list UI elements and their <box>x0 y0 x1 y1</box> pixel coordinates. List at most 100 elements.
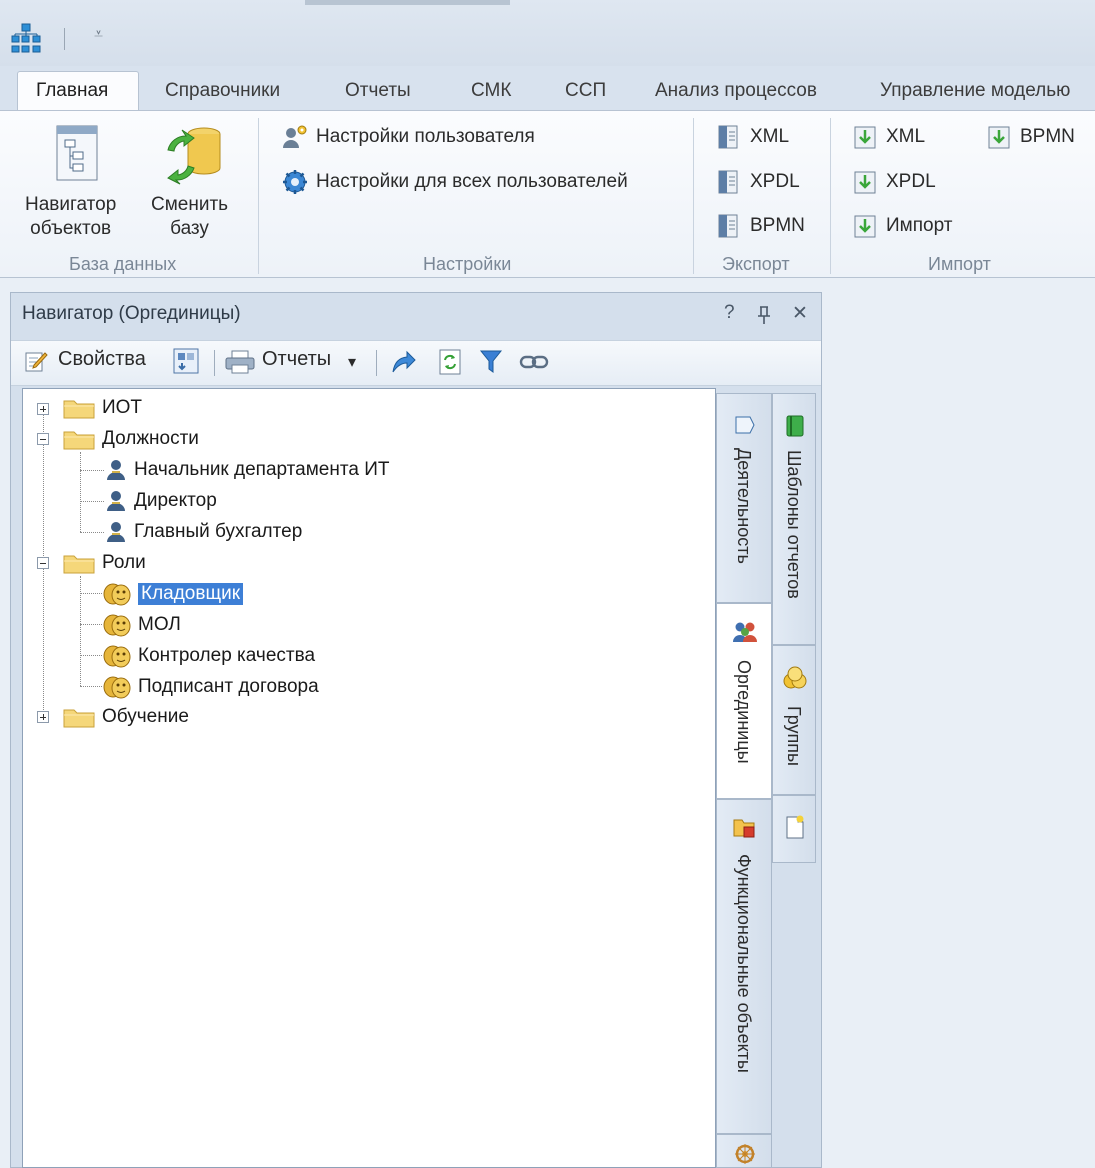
theater-masks-icon <box>103 645 131 668</box>
title-bar-accent <box>305 0 510 5</box>
new-document-icon <box>786 815 804 839</box>
tree-node-roles[interactable]: Роли <box>62 549 146 577</box>
side-tab-label: Функциональные объекты <box>734 854 754 1073</box>
tree-node-label: Подписант договора <box>138 676 319 697</box>
object-navigator-label-2: объектов <box>30 218 112 239</box>
tree-collapse-button[interactable] <box>37 433 49 445</box>
tree-node-role[interactable]: Подписант договора <box>102 673 319 701</box>
theater-masks-icon <box>103 676 131 699</box>
all-users-settings-label: Настройки для всех пользователей <box>316 171 628 192</box>
quick-access-bar <box>0 0 1095 66</box>
theater-masks-icon <box>103 583 131 606</box>
tree-connector <box>80 686 102 687</box>
tree-connector <box>80 501 104 502</box>
tree-node-role[interactable]: Контролер качества <box>102 642 315 670</box>
tree-collapse-button[interactable] <box>37 557 49 569</box>
tree-node-label: Директор <box>134 490 217 511</box>
import-xml-label: XML <box>886 126 926 147</box>
tab-directories[interactable]: Справочники <box>165 80 280 102</box>
import-bpmn-label: BPMN <box>1020 126 1075 147</box>
tab-process-analysis[interactable]: Анализ процессов <box>655 80 817 102</box>
tree-node-label: Начальник департамента ИТ <box>134 459 390 480</box>
side-tab-new-document[interactable] <box>772 795 816 863</box>
properties-button[interactable]: Свойства <box>58 348 146 371</box>
view-toggle-icon[interactable] <box>172 347 200 375</box>
side-tab-functional-objects[interactable]: Функциональные объекты <box>716 799 772 1134</box>
side-tab-label: Оргединицы <box>734 660 754 764</box>
tree-connector <box>80 655 102 656</box>
toolbar-separator <box>214 350 215 376</box>
reports-dropdown-arrow[interactable]: ▾ <box>348 352 356 372</box>
export-file-icon <box>718 125 738 149</box>
side-tab-more[interactable] <box>716 1134 772 1168</box>
tab-reports[interactable]: Отчеты <box>345 80 411 102</box>
navigator-title: Навигатор (Оргединицы) <box>22 303 241 324</box>
export-xpdl-button[interactable]: XPDL <box>716 167 800 197</box>
tree-node-position[interactable]: Начальник департамента ИТ <box>104 456 389 484</box>
group-label-settings: Настройки <box>423 254 512 274</box>
tree-connector <box>80 532 104 533</box>
side-tab-report-templates[interactable]: Шаблоны отчетов <box>772 393 816 645</box>
import-xml-button[interactable]: XML <box>852 122 925 152</box>
filter-icon[interactable] <box>479 349 503 375</box>
side-tab-org-units[interactable]: Оргединицы <box>716 603 772 799</box>
person-icon <box>107 460 125 480</box>
tree-node-label: Кладовщик <box>138 583 244 605</box>
book-icon <box>786 415 804 437</box>
object-navigator-button[interactable]: Навигатор объектов <box>25 193 116 241</box>
tree-node-positions[interactable]: Должности <box>62 425 199 453</box>
reports-dropdown-button[interactable]: Отчеты <box>262 348 331 371</box>
import-xpdl-button[interactable]: XPDL <box>852 167 936 197</box>
tree-node-label: Контролер качества <box>138 645 316 666</box>
tab-model-management[interactable]: Управление моделью <box>880 80 1070 102</box>
all-users-settings-button[interactable]: Настройки для всех пользователей <box>282 167 628 197</box>
import-button[interactable]: Импорт <box>852 211 952 241</box>
tab-qms[interactable]: СМК <box>471 80 511 102</box>
close-button[interactable]: ✕ <box>792 302 808 325</box>
coins-icon <box>783 666 807 689</box>
pin-icon[interactable] <box>756 305 772 325</box>
theater-masks-icon <box>103 614 131 637</box>
activity-icon <box>735 416 755 434</box>
tree-node-role-selected[interactable]: Кладовщик <box>102 580 244 608</box>
tree-expand-button[interactable] <box>37 403 49 415</box>
import-bpmn-button[interactable]: BPMN <box>986 122 1075 152</box>
export-bpmn-button[interactable]: BPMN <box>716 211 805 241</box>
tree-node-role[interactable]: МОЛ <box>102 611 181 639</box>
group-label-database: База данных <box>69 254 177 274</box>
tree-node-label: Должности <box>102 428 199 449</box>
import-xpdl-label: XPDL <box>886 171 936 192</box>
tree-node-iot[interactable]: ИОТ <box>62 394 142 422</box>
tree-expand-button[interactable] <box>37 711 49 723</box>
tree-node-training[interactable]: Обучение <box>62 703 189 731</box>
tree-node-label: Главный бухгалтер <box>134 521 303 542</box>
import-label: Импорт <box>886 215 953 236</box>
quick-access-customize-button[interactable]: ⩡ <box>94 26 103 44</box>
link-icon[interactable] <box>519 352 549 372</box>
user-settings-label: Настройки пользователя <box>316 126 535 147</box>
switch-database-label-2: базу <box>170 218 209 239</box>
export-xml-button[interactable]: XML <box>716 122 789 152</box>
people-icon <box>733 622 757 642</box>
tree-node-position[interactable]: Главный бухгалтер <box>104 518 302 546</box>
side-tab-label: Шаблоны отчетов <box>784 450 804 599</box>
folder-icon <box>63 555 95 574</box>
tree-node-label: МОЛ <box>138 614 181 635</box>
refresh-icon[interactable] <box>437 348 463 376</box>
group-separator <box>258 118 259 274</box>
tree-connector <box>80 452 81 532</box>
switch-database-button[interactable]: Сменить базу <box>151 193 228 241</box>
tree-node-position[interactable]: Директор <box>104 487 217 515</box>
help-button[interactable]: ? <box>724 302 735 324</box>
navigate-arrow-icon[interactable] <box>389 348 417 376</box>
user-settings-button[interactable]: Настройки пользователя <box>282 122 535 152</box>
group-label-import: Импорт <box>928 254 991 274</box>
tab-bsc[interactable]: ССП <box>565 80 606 102</box>
export-file-icon <box>718 170 738 194</box>
org-structure-icon[interactable] <box>10 22 42 54</box>
side-tab-groups[interactable]: Группы <box>772 645 816 795</box>
functional-objects-icon <box>733 819 755 838</box>
side-tab-activity[interactable]: Деятельность <box>716 393 772 603</box>
import-file-icon <box>854 171 876 194</box>
tab-home[interactable]: Главная <box>36 80 108 102</box>
